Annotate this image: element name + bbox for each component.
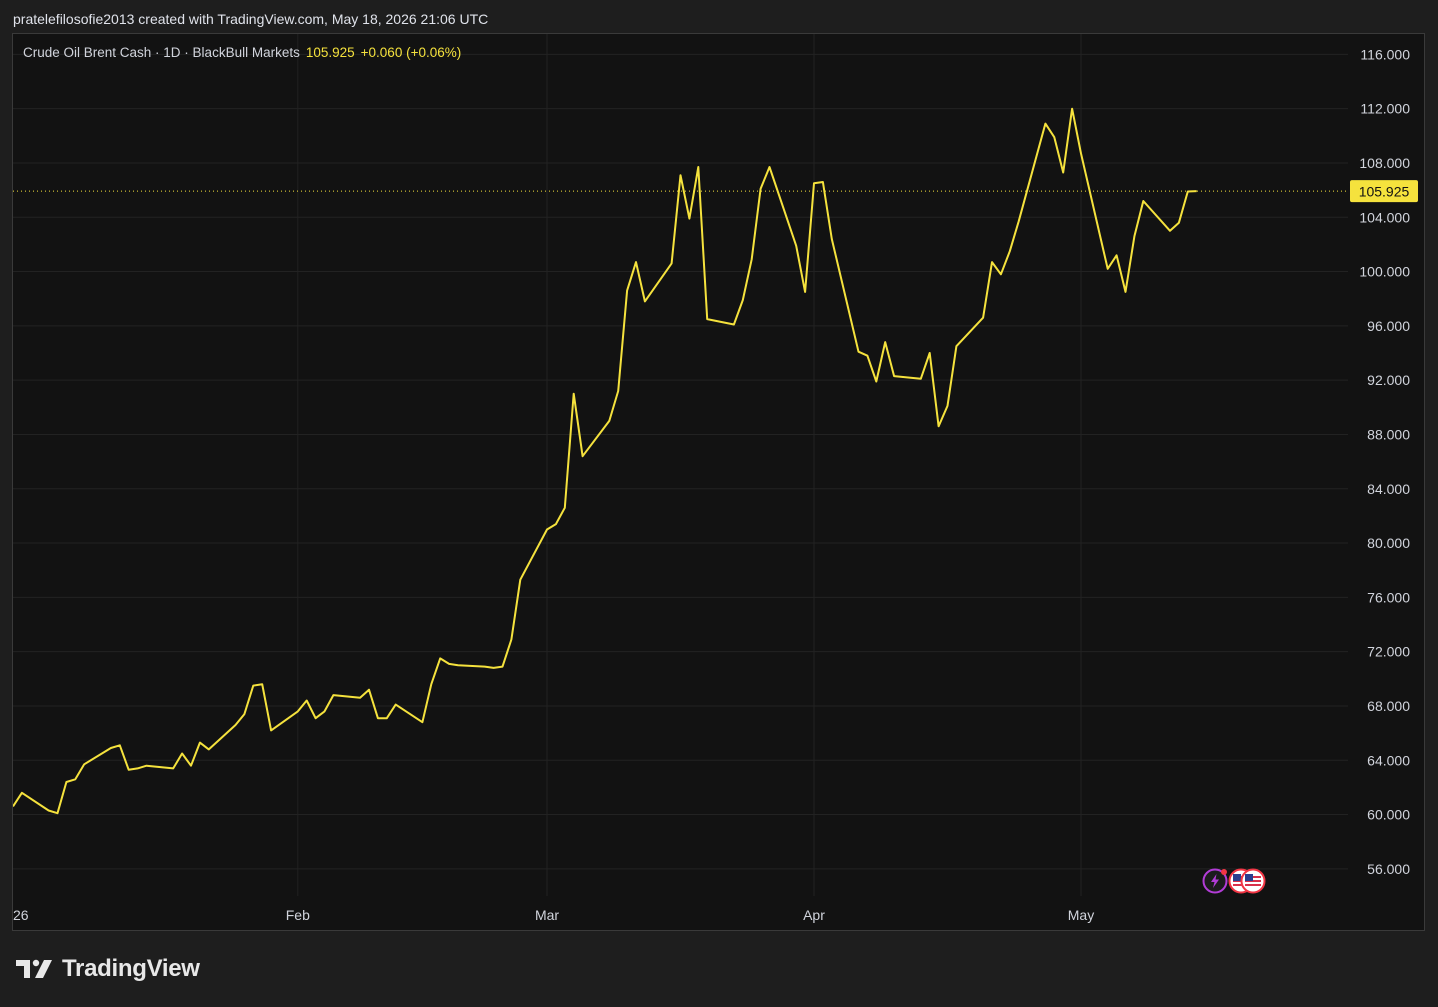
price-line[interactable]: [13, 107, 1197, 815]
tradingview-logo[interactable]: TradingView: [16, 955, 200, 983]
y-tick-label: 96.000: [1367, 318, 1410, 334]
lightning-icon[interactable]: [1202, 868, 1228, 894]
y-tick-label: 84.000: [1367, 481, 1410, 497]
last-price-tag-label: 105.925: [1359, 184, 1410, 200]
grid-lines: [13, 34, 1348, 896]
us-flag-icon[interactable]: [1240, 868, 1266, 894]
chart-attribution: pratelefilosofie2013 created with Tradin…: [13, 11, 489, 27]
event-icons: [1202, 868, 1266, 894]
x-tick-label: 26: [13, 907, 29, 923]
brand-name: TradingView: [62, 955, 200, 982]
y-tick-label: 92.000: [1367, 372, 1410, 388]
price-change: +0.060 (+0.06%): [360, 45, 462, 60]
x-tick-label: Apr: [803, 907, 825, 923]
chart-area[interactable]: 56.000 60.000 64.000 68.000 72.000 76.000 80.0…: [12, 33, 1425, 931]
y-tick-label: 56.000: [1367, 861, 1410, 877]
price-series: [13, 107, 1197, 815]
y-tick-label: 116.000: [1360, 46, 1410, 62]
price-tag-group: 105.925: [13, 180, 1418, 203]
y-tick-label: 76.000: [1367, 589, 1410, 605]
y-tick-label: 104.000: [1359, 209, 1410, 225]
y-tick-label: 108.000: [1359, 155, 1410, 171]
y-tick-label: 72.000: [1367, 644, 1410, 660]
price-chart[interactable]: 56.000 60.000 64.000 68.000 72.000 76.000 80.0…: [13, 34, 1424, 930]
symbol-title: Crude Oil Brent Cash · 1D · BlackBull Ma…: [23, 45, 300, 60]
time-axis: 26 Feb Mar Apr May: [13, 907, 1094, 923]
y-tick-label: 60.000: [1367, 807, 1410, 823]
y-tick-label: 64.000: [1367, 752, 1410, 768]
price-axis: 56.000 60.000 64.000 68.000 72.000 76.000 80.0…: [1359, 46, 1410, 876]
tv-logo-icon: [16, 959, 52, 978]
y-tick-label: 68.000: [1367, 698, 1410, 714]
y-tick-label: 80.000: [1367, 535, 1410, 551]
last-price: 105.925: [305, 45, 355, 60]
y-tick-label: 88.000: [1367, 426, 1410, 442]
y-tick-label: 112.000: [1360, 101, 1410, 117]
symbol-legend[interactable]: Crude Oil Brent Cash · 1D · BlackBull Ma…: [23, 45, 461, 60]
y-tick-label: 100.000: [1359, 264, 1410, 280]
x-tick-label: May: [1068, 907, 1094, 923]
x-tick-label: Mar: [535, 907, 559, 923]
x-tick-label: Feb: [286, 907, 310, 923]
